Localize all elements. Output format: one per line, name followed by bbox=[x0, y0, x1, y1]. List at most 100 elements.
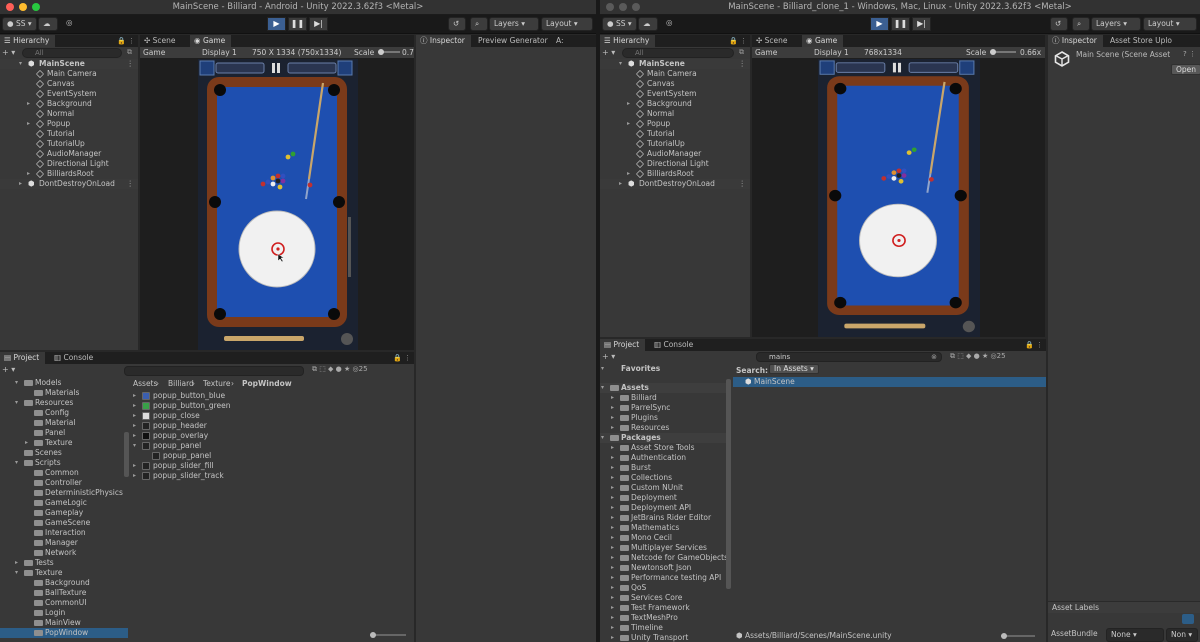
tab-inspector[interactable]: ⓘ Inspector bbox=[1048, 35, 1103, 47]
project-tree-folder[interactable]: Network bbox=[0, 548, 128, 558]
layers-dropdown[interactable]: Layers ▾ bbox=[1091, 17, 1141, 31]
tab-game[interactable]: ◉ Game bbox=[802, 35, 844, 47]
package-folder[interactable]: ▸ Unity Transport bbox=[600, 633, 728, 642]
project-toolbar-icons[interactable]: ⧉ ⬚ ◆ ● ★ ◎25 bbox=[950, 352, 1006, 361]
project-tree-folder[interactable]: Scenes bbox=[0, 448, 128, 458]
asset-item[interactable]: ▸ popup_button_blue bbox=[130, 391, 414, 401]
package-folder[interactable]: ▸ Custom NUnit bbox=[600, 483, 728, 493]
collab-icon[interactable]: ◎ bbox=[62, 17, 78, 31]
collapsed-arrow-icon[interactable]: ▸ bbox=[611, 583, 614, 593]
project-tree-folder[interactable]: ▸ ParrelSync bbox=[600, 403, 728, 413]
collapsed-arrow-icon[interactable]: ▸ bbox=[19, 179, 22, 189]
collapsed-arrow-icon[interactable]: ▸ bbox=[27, 169, 30, 179]
display-dropdown[interactable]: Display 1 bbox=[202, 47, 237, 58]
collapsed-arrow-icon[interactable]: ▸ bbox=[611, 563, 614, 573]
project-tree-folder[interactable]: ▸ Plugins bbox=[600, 413, 728, 423]
packages-root[interactable]: ▾ Packages bbox=[600, 433, 728, 443]
hierarchy-item[interactable]: Canvas bbox=[600, 79, 750, 89]
collapsed-arrow-icon[interactable]: ▸ bbox=[133, 421, 136, 431]
hierarchy-item[interactable]: ▸ Background bbox=[600, 99, 750, 109]
hierarchy-scene-row[interactable]: ▾ ⬢ MainScene ⋮ bbox=[0, 59, 138, 69]
collapsed-arrow-icon[interactable]: ▸ bbox=[611, 423, 614, 433]
asset-item[interactable]: ▸ popup_button_green bbox=[130, 401, 414, 411]
asset-item[interactable]: ▸ popup_close bbox=[130, 411, 414, 421]
game-render[interactable] bbox=[198, 59, 358, 350]
package-folder[interactable]: ▸ Authentication bbox=[600, 453, 728, 463]
filter-icon[interactable]: ⧉ bbox=[127, 48, 132, 57]
pause-button[interactable]: ❚❚ bbox=[891, 17, 910, 31]
package-folder[interactable]: ▸ TextMeshPro bbox=[600, 613, 728, 623]
project-tree-folder[interactable]: ▾ Resources bbox=[0, 398, 128, 408]
project-tree-folder[interactable]: ▸ Resources bbox=[600, 423, 728, 433]
hierarchy-search[interactable]: All bbox=[22, 48, 122, 58]
collapsed-arrow-icon[interactable]: ▸ bbox=[611, 503, 614, 513]
asset-item[interactable]: popup_panel bbox=[130, 451, 414, 461]
package-folder[interactable]: ▸ Newtonsoft Json bbox=[600, 563, 728, 573]
more-icon[interactable]: ⋮ bbox=[127, 179, 135, 189]
package-folder[interactable]: ▸ Test Framework bbox=[600, 603, 728, 613]
collapsed-arrow-icon[interactable]: ▸ bbox=[27, 99, 30, 109]
tree-scrollbar[interactable] bbox=[124, 432, 129, 477]
expanded-arrow-icon[interactable]: ▾ bbox=[601, 364, 604, 374]
scale-slider[interactable] bbox=[378, 49, 384, 55]
more-icon[interactable]: ⋮ bbox=[127, 59, 135, 69]
collapsed-arrow-icon[interactable]: ▸ bbox=[611, 513, 614, 523]
package-folder[interactable]: ▸ Mono Cecil bbox=[600, 533, 728, 543]
collapsed-arrow-icon[interactable]: ▸ bbox=[627, 99, 630, 109]
layout-dropdown[interactable]: Layout ▾ bbox=[541, 17, 593, 31]
tab-asset[interactable]: A: bbox=[552, 35, 570, 47]
package-folder[interactable]: ▸ Mathematics bbox=[600, 523, 728, 533]
hierarchy-item[interactable]: ▸ Popup bbox=[600, 119, 750, 129]
play-button[interactable]: ▶ bbox=[267, 17, 286, 31]
hierarchy-item[interactable]: Tutorial bbox=[0, 129, 138, 139]
package-folder[interactable]: ▸ JetBrains Rider Editor bbox=[600, 513, 728, 523]
project-tree-folder[interactable]: Common bbox=[0, 468, 128, 478]
project-tree-folder[interactable]: CommonUI bbox=[0, 598, 128, 608]
hierarchy-dontdestroy-row[interactable]: ▸ ⬢ DontDestroyOnLoad ⋮ bbox=[0, 179, 138, 189]
hierarchy-item[interactable]: Canvas bbox=[0, 79, 138, 89]
hierarchy-item[interactable]: Directional Light bbox=[0, 159, 138, 169]
collapsed-arrow-icon[interactable]: ▸ bbox=[611, 633, 614, 642]
collapsed-arrow-icon[interactable]: ▸ bbox=[611, 393, 614, 403]
expanded-arrow-icon[interactable]: ▾ bbox=[15, 568, 18, 578]
collapsed-arrow-icon[interactable]: ▸ bbox=[627, 169, 630, 179]
create-button[interactable]: + ▾ bbox=[602, 352, 615, 361]
package-folder[interactable]: ▸ Performance testing API bbox=[600, 573, 728, 583]
project-tree-folder[interactable]: ▸ Tests bbox=[0, 558, 128, 568]
collapsed-arrow-icon[interactable]: ▸ bbox=[611, 593, 614, 603]
collapsed-arrow-icon[interactable]: ▸ bbox=[611, 453, 614, 463]
hierarchy-item[interactable]: Normal bbox=[0, 109, 138, 119]
package-folder[interactable]: ▸ Deployment API bbox=[600, 503, 728, 513]
hierarchy-item[interactable]: Normal bbox=[600, 109, 750, 119]
search-icon[interactable]: ⌕ bbox=[1072, 17, 1090, 31]
package-folder[interactable]: ▸ Multiplayer Services bbox=[600, 543, 728, 553]
collapsed-arrow-icon[interactable]: ▸ bbox=[611, 443, 614, 453]
project-tree-folder[interactable]: Materials bbox=[0, 388, 128, 398]
history-icon[interactable]: ↺ bbox=[448, 17, 466, 31]
hierarchy-item[interactable]: ▸ Background bbox=[0, 99, 138, 109]
project-tree-folder[interactable]: Panel bbox=[0, 428, 128, 438]
project-tree-folder[interactable]: PopWindow bbox=[0, 628, 128, 638]
hierarchy-item[interactable]: Tutorial bbox=[600, 129, 750, 139]
asset-item[interactable]: ▸ popup_overlay bbox=[130, 431, 414, 441]
step-button[interactable]: ▶| bbox=[309, 17, 328, 31]
project-tree-folder[interactable]: Interaction bbox=[0, 528, 128, 538]
collab-icon[interactable]: ◎ bbox=[662, 17, 678, 31]
hierarchy-item[interactable]: AudioManager bbox=[0, 149, 138, 159]
cloud-icon[interactable]: ☁ bbox=[38, 17, 58, 31]
game-mode-dropdown[interactable]: Game bbox=[755, 47, 777, 58]
assetbundle-dropdown[interactable]: None ▾ bbox=[1106, 628, 1164, 642]
expanded-arrow-icon[interactable]: ▾ bbox=[619, 59, 622, 69]
display-dropdown[interactable]: Display 1 bbox=[814, 47, 849, 58]
layout-dropdown[interactable]: Layout ▾ bbox=[1143, 17, 1197, 31]
hierarchy-item[interactable]: ▸ BilliardsRoot bbox=[0, 169, 138, 179]
project-tree-folder[interactable]: ▾ Scripts bbox=[0, 458, 128, 468]
hierarchy-item[interactable]: Main Camera bbox=[600, 69, 750, 79]
expanded-arrow-icon[interactable]: ▾ bbox=[15, 378, 18, 388]
collapsed-arrow-icon[interactable]: ▸ bbox=[627, 119, 630, 129]
hierarchy-item[interactable]: ▸ BilliardsRoot bbox=[600, 169, 750, 179]
collapsed-arrow-icon[interactable]: ▸ bbox=[611, 403, 614, 413]
project-tree-folder[interactable]: Controller bbox=[0, 478, 128, 488]
favorites-header[interactable]: ▾ Favorites bbox=[600, 364, 728, 374]
tab-scene[interactable]: ✣ Scene bbox=[752, 35, 794, 47]
